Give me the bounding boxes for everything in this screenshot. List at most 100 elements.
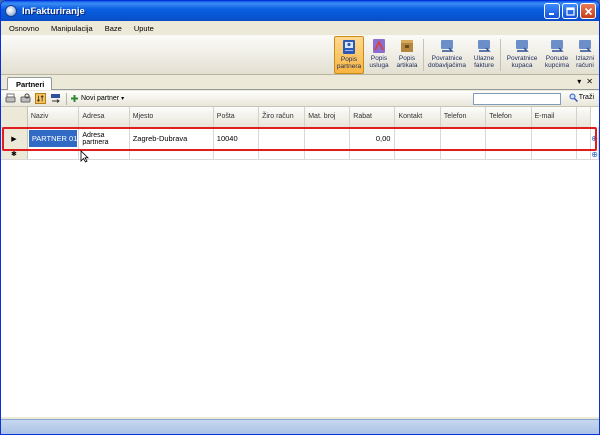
ribbon-label-line2: usluga [369,62,389,69]
search-input[interactable] [473,93,561,105]
ribbon-label-line1: Ponude [545,55,569,62]
new-partner-button[interactable]: Novi partner ▾ [70,94,124,103]
column-header-rabat[interactable]: Rabat [349,107,396,128]
column-header-posta[interactable]: Pošta [213,107,260,128]
search-button[interactable]: Traži [569,93,594,102]
invoice-in-icon [478,40,491,52]
maximize-button[interactable] [562,3,578,19]
column-header-extra [576,107,592,128]
ribbon-label-line2: fakture [474,62,494,69]
ribbon-ulazne-fakture[interactable]: Ulazne fakture [470,36,498,74]
ribbon-label-line1: Povratnice [431,55,463,62]
row-indicator-header [1,107,28,128]
ribbon-label-line1: Povratnice [506,55,538,62]
articles-icon [401,40,413,52]
minimize-icon [549,13,554,15]
column-header-telefon-2[interactable]: Telefon [485,107,532,128]
cell-posta[interactable]: 10040 [213,127,260,151]
new-partner-label: Novi partner [81,95,120,102]
column-header-kontakt[interactable]: Kontakt [394,107,441,128]
filter-abc-icon[interactable] [50,93,61,104]
ribbon-label-line2: partnera [336,63,362,70]
tab-close-icon[interactable]: ✕ [586,77,593,86]
ribbon-popis-partnera[interactable]: Popis partnera [334,36,364,74]
services-icon [373,39,385,53]
ribbon-label-line1: Popis [370,55,388,62]
column-header-naziv[interactable]: Naziv [27,107,80,128]
cell-new[interactable] [531,150,577,160]
cell-new[interactable] [27,150,80,160]
cell-new[interactable] [258,150,306,160]
search-icon [569,93,578,102]
menu-manipulacija[interactable]: Manipulacija [51,24,93,33]
cell-telefon[interactable] [440,127,487,151]
table-row[interactable]: ▶ PARTNER 01 Adresa partnera Zagreb-Dubr… [1,127,599,151]
cell-mat-broj[interactable] [304,127,351,151]
partners-grid: Naziv Adresa Mjesto Pošta Žiro račun Mat… [1,107,599,417]
cell-mjesto[interactable]: Zagreb-Dubrava [129,127,214,151]
tab-dropdown-icon[interactable]: ▾ [577,77,581,86]
close-icon [584,7,592,15]
ribbon-label-line2: kupaca [511,62,533,69]
globe-icon[interactable]: ⊕ [590,127,599,151]
print-icon[interactable] [5,93,16,104]
new-row-indicator[interactable]: ✱ [1,150,28,160]
cell-new[interactable] [485,150,532,160]
return-icon [516,40,529,52]
cell-ziro-racun[interactable] [258,127,306,151]
cell-new[interactable] [213,150,260,160]
ribbon-label-line2: artikala [396,62,418,69]
table-row-new[interactable]: ✱ ⊕ [1,150,599,160]
minimize-button[interactable] [544,3,560,19]
return-icon [441,40,454,52]
cell-new[interactable] [394,150,441,160]
ribbon-label-line1: Ulazne [473,55,495,62]
menu-osnovno[interactable]: Osnovno [9,24,39,33]
cell-rabat[interactable]: 0,00 [349,127,396,151]
ribbon-label-line2: kupcima [544,62,570,69]
cell-extra[interactable] [576,127,592,151]
ribbon-ponude-kupcima[interactable]: Ponude kupcima [543,36,571,74]
cell-kontakt[interactable] [394,127,441,151]
ribbon-povratnice-kupaca[interactable]: Povratnice kupaca [503,36,541,74]
window-title: InFakturiranje [22,5,85,17]
plus-icon [71,95,78,102]
cell-adresa[interactable]: Adresa partnera [78,127,130,151]
ribbon-label-line1: Izlazni [575,55,595,62]
ribbon-label-line1: Popis [398,55,416,62]
column-header-email[interactable]: E-mail [531,107,577,128]
menu-baze[interactable]: Baze [105,24,122,33]
ribbon-popis-artikala[interactable]: Popis artikala [393,36,421,74]
tab-partneri[interactable]: Partneri [7,77,53,90]
ribbon-separator [500,39,501,71]
close-button[interactable] [580,3,596,19]
row-current-indicator[interactable]: ▶ [1,127,28,151]
cell-email[interactable] [531,127,577,151]
ribbon-label-line2: računi [576,62,594,69]
cell-naziv[interactable]: PARTNER 01 [27,127,80,151]
column-header-adresa[interactable]: Adresa [78,107,130,128]
app-icon[interactable] [5,5,17,17]
mouse-cursor-icon [80,150,89,163]
ribbon-povratnice-dobavljacima[interactable]: Povratnice dobavljačima [426,36,468,74]
cell-telefon-2[interactable] [485,127,532,151]
ribbon-separator [423,39,424,71]
title-bar[interactable]: InFakturiranje [1,1,599,21]
ribbon-izlazni-racuni[interactable]: Izlazni računi [572,36,598,74]
cell-new[interactable] [576,150,592,160]
selected-cell-value: PARTNER 01 [28,130,78,147]
ribbon-popis-usluga[interactable]: Popis usluga [366,36,392,74]
cell-new[interactable] [440,150,487,160]
document-tab-bar: Partneri ▾ ✕ [1,76,599,90]
menu-upute[interactable]: Upute [134,24,154,33]
column-header-ziro-racun[interactable]: Žiro račun [258,107,306,128]
cell-new[interactable] [129,150,214,160]
print-preview-icon[interactable] [20,93,31,104]
sort-icon[interactable] [35,93,46,104]
column-header-mjesto[interactable]: Mjesto [129,107,214,128]
column-header-telefon[interactable]: Telefon [440,107,487,128]
globe-icon[interactable]: ⊕ [590,150,599,160]
cell-new[interactable] [349,150,396,160]
column-header-mat-broj[interactable]: Mat. broj [304,107,351,128]
cell-new[interactable] [304,150,351,160]
